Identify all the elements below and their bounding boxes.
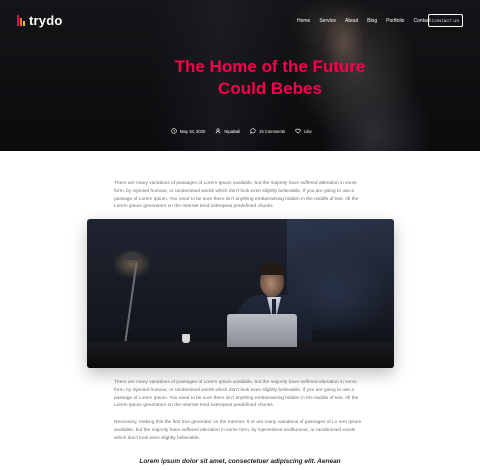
hero-banner: trydo Home Service About Blog Portfolio …	[0, 0, 480, 151]
post-meta: May 18, 2020 NipaBali 15 Comments Like	[171, 128, 312, 134]
post-comments-text: 15 Comments	[258, 128, 286, 134]
post-date-text: May 18, 2020	[180, 128, 206, 134]
photo-person-hair	[259, 263, 285, 275]
heart-icon	[295, 128, 301, 134]
photo-lamp-head	[125, 252, 139, 260]
article-paragraph-3: Necessary, making this the first true ge…	[114, 420, 362, 441]
page-title-line-2: Could Bebes	[218, 79, 322, 98]
post-date: May 18, 2020	[171, 128, 205, 134]
nav-item-blog[interactable]: Blog	[367, 18, 377, 24]
logo[interactable]: trydo	[17, 13, 63, 28]
post-comments[interactable]: 15 Comments	[250, 128, 285, 134]
nav-item-about[interactable]: About	[345, 18, 358, 24]
article-image	[87, 219, 394, 368]
post-like[interactable]: Like	[295, 128, 312, 134]
nav-item-portfolio[interactable]: Portfolio	[386, 18, 404, 24]
user-icon	[215, 128, 221, 134]
main-nav: Home Service About Blog Portfolio Contac…	[297, 18, 431, 24]
logo-mark-icon	[17, 15, 25, 26]
photo-mug	[182, 334, 190, 343]
post-author[interactable]: NipaBali	[215, 128, 240, 134]
nav-item-service[interactable]: Service	[319, 18, 336, 24]
clock-icon	[171, 128, 177, 134]
page-title: The Home of the Future Could Bebes	[0, 56, 440, 100]
article-quote: Lorem ipsum dolor sit amet, consectetuer…	[139, 458, 341, 465]
logo-text: trydo	[29, 13, 63, 28]
article-paragraph-2: There are many variations of passages of…	[114, 380, 359, 409]
post-like-text: Like	[304, 128, 312, 134]
page-title-line-1: The Home of the Future	[174, 57, 366, 76]
comment-icon	[250, 128, 256, 134]
photo-laptop	[227, 314, 297, 347]
post-author-text: NipaBali	[224, 128, 240, 134]
nav-item-home[interactable]: Home	[297, 18, 310, 24]
article-paragraph-1: There are many variations of passages of…	[114, 181, 359, 210]
contact-us-button[interactable]: CONTACT US	[428, 14, 463, 27]
